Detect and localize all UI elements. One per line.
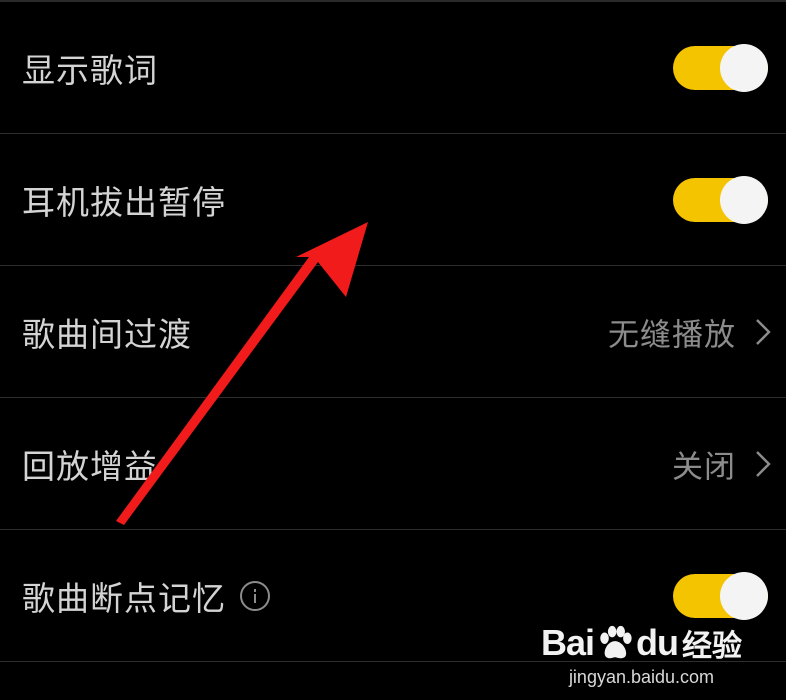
watermark-brand: du <box>636 622 679 663</box>
baidu-paw-icon <box>600 625 632 659</box>
watermark-brand: Bai <box>540 622 595 663</box>
red-arrow-annotation <box>116 222 368 525</box>
baidu-watermark: Bai du 经验 jingyan.baidu.com <box>541 621 742 688</box>
watermark-url: jingyan.baidu.com <box>568 667 715 687</box>
watermark-brand-cn: 经验 <box>682 629 742 664</box>
